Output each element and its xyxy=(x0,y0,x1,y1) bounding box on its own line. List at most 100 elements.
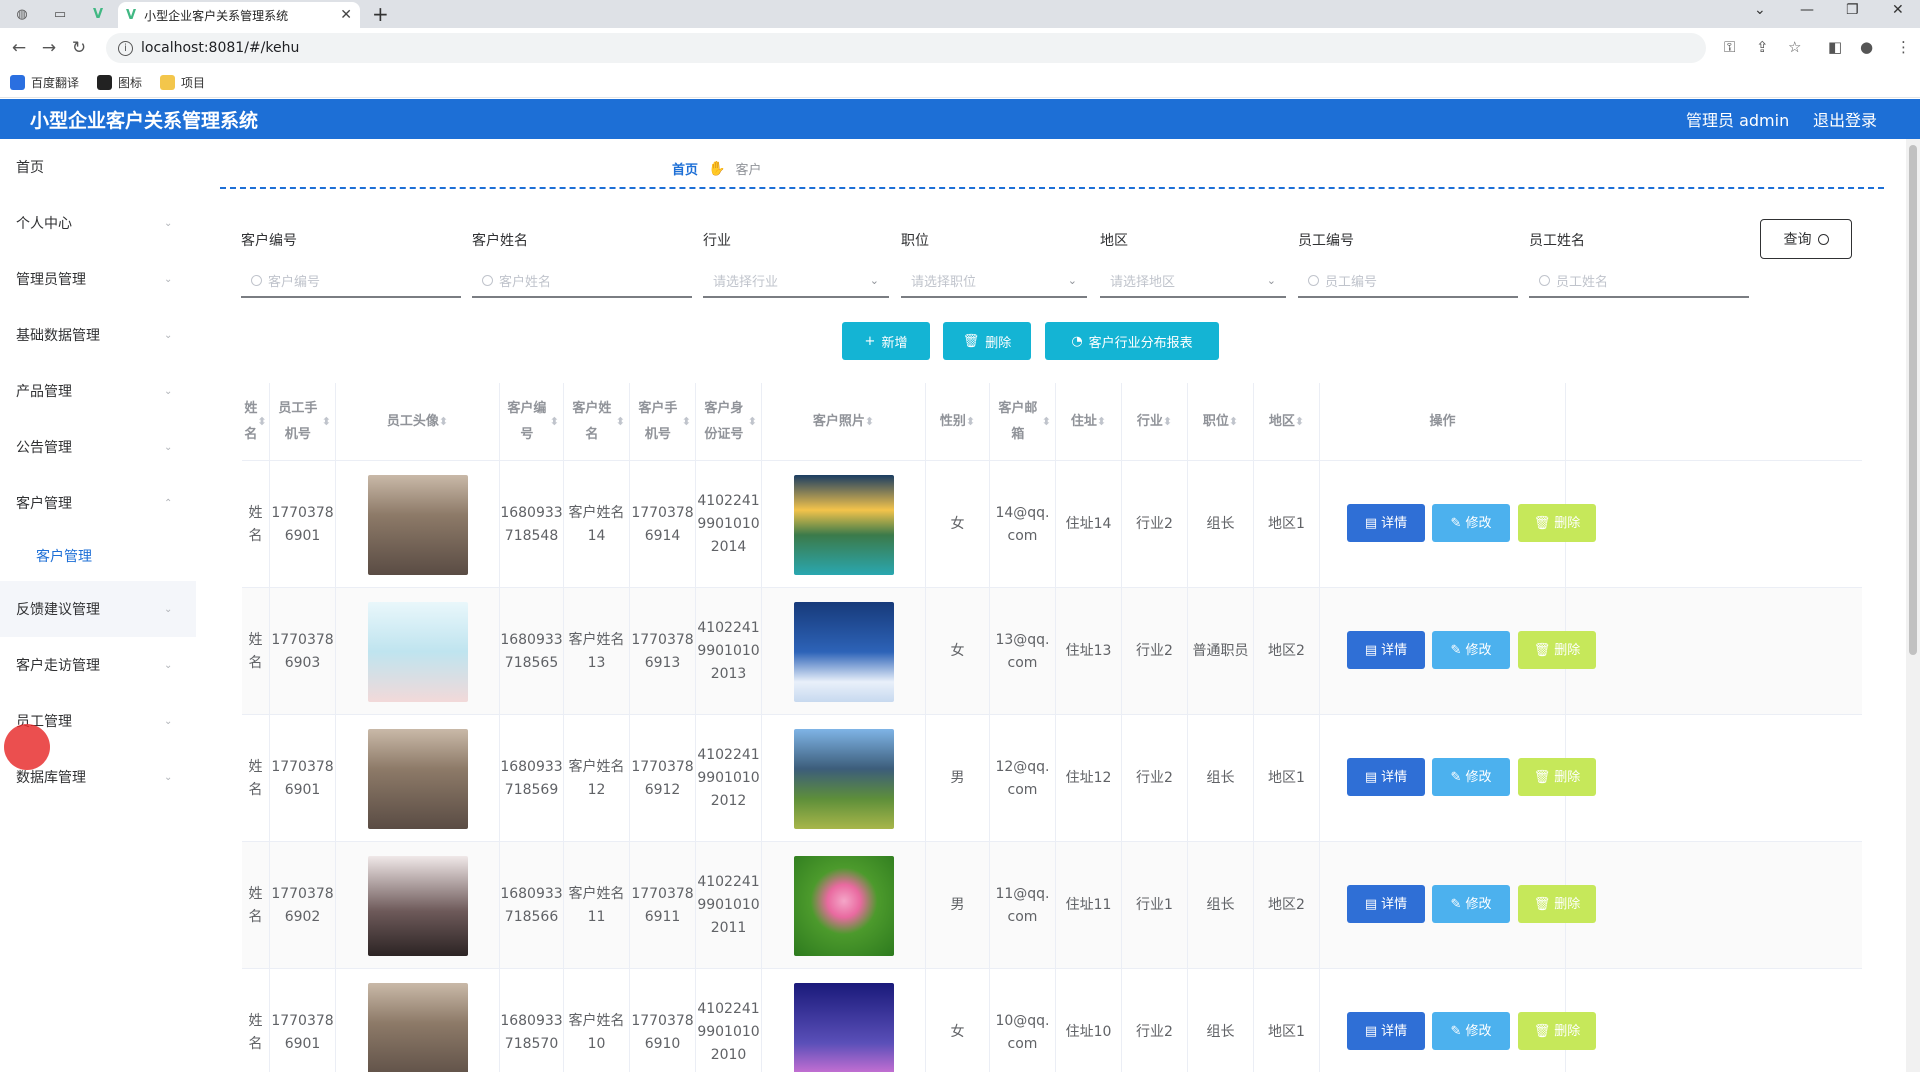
sort-icon[interactable]: ⬍ xyxy=(748,409,757,435)
chevron-down-icon[interactable]: ⌄ xyxy=(1754,2,1766,18)
sidepanel-icon[interactable]: ◧ xyxy=(1828,38,1842,56)
delete-button[interactable]: 🗑 删除 xyxy=(1518,758,1596,796)
forward-icon[interactable]: → xyxy=(34,38,64,58)
industry-select[interactable]: 请选择行业 ⌄ xyxy=(703,264,889,298)
sort-icon[interactable]: ⬍ xyxy=(966,409,975,435)
batch-delete-button[interactable]: 🗑 删除 xyxy=(943,322,1031,360)
detail-button[interactable]: ▤ 详情 xyxy=(1347,504,1425,542)
star-icon[interactable]: ☆ xyxy=(1788,38,1801,56)
share-icon[interactable]: ⇪ xyxy=(1756,38,1769,56)
sort-icon[interactable]: ⬍ xyxy=(682,409,691,435)
blank-tab-icon[interactable]: ▭ xyxy=(46,4,74,24)
page-scrollbar[interactable] xyxy=(1906,139,1920,1072)
column-header[interactable]: 行业 ⬍ xyxy=(1122,383,1188,461)
sidebar-item-profile[interactable]: 个人中心 ⌄ xyxy=(0,195,196,251)
sort-icon[interactable]: ⬍ xyxy=(1295,409,1304,435)
logout-link[interactable]: 退出登录 xyxy=(1813,107,1877,131)
detail-button[interactable]: ▤ 详情 xyxy=(1347,1012,1425,1050)
column-header[interactable]: 员工头像 ⬍ xyxy=(336,383,500,461)
position-select[interactable]: 请选择职位 ⌄ xyxy=(901,264,1087,298)
sort-icon[interactable]: ⬍ xyxy=(1042,409,1051,435)
sidebar-item-admin[interactable]: 管理员管理 ⌄ xyxy=(0,251,196,307)
column-header[interactable]: 性别 ⬍ xyxy=(926,383,990,461)
bookmark-project[interactable]: 项目 xyxy=(160,74,205,91)
bookmark-icons[interactable]: 图标 xyxy=(97,74,142,91)
edit-button[interactable]: ✎ 修改 xyxy=(1432,504,1510,542)
sidebar-item-basedata[interactable]: 基础数据管理 ⌄ xyxy=(0,307,196,363)
edit-button[interactable]: ✎ 修改 xyxy=(1432,1012,1510,1050)
minimize-icon[interactable]: — xyxy=(1800,2,1814,18)
back-icon[interactable]: ← xyxy=(4,38,34,58)
operations-cell: ▤ 详情 ✎ 修改 🗑 删除 xyxy=(1320,969,1596,1072)
column-header[interactable]: 客户姓名 ⬍ xyxy=(564,383,630,461)
sidebar-item-product[interactable]: 产品管理 ⌄ xyxy=(0,363,196,419)
sidebar-item-feedback[interactable]: 反馈建议管理 ⌄ xyxy=(0,581,196,637)
column-header[interactable]: 客户照片 ⬍ xyxy=(762,383,926,461)
sort-icon[interactable]: ⬍ xyxy=(616,409,625,435)
detail-button[interactable]: ▤ 详情 xyxy=(1347,758,1425,796)
close-icon[interactable]: ✕ xyxy=(340,7,352,23)
vue-tab-icon[interactable]: V xyxy=(84,4,112,24)
delete-button[interactable]: 🗑 删除 xyxy=(1518,1012,1596,1050)
column-header[interactable]: 姓名 ⬍ xyxy=(242,383,270,461)
column-header[interactable]: 客户编号 ⬍ xyxy=(500,383,564,461)
column-header[interactable]: 住址 ⬍ xyxy=(1056,383,1122,461)
sidebar-item-customer[interactable]: 客户管理 ⌃ xyxy=(0,475,196,531)
globe-icon[interactable]: ◍ xyxy=(8,4,36,24)
region-select[interactable]: 请选择地区 ⌄ xyxy=(1100,264,1286,298)
sidebar-item-home[interactable]: 首页 xyxy=(0,139,196,195)
detail-button[interactable]: ▤ 详情 xyxy=(1347,885,1425,923)
sidebar-item-notice[interactable]: 公告管理 ⌄ xyxy=(0,419,196,475)
column-header[interactable]: 客户身份证号 ⬍ xyxy=(696,383,762,461)
info-icon[interactable]: i xyxy=(118,40,133,56)
column-header[interactable]: 地区 ⬍ xyxy=(1254,383,1320,461)
restore-icon[interactable]: ❐ xyxy=(1846,2,1859,18)
edit-button[interactable]: ✎ 修改 xyxy=(1432,631,1510,669)
sort-icon[interactable]: ⬍ xyxy=(865,409,874,435)
column-header[interactable]: 员工手机号 ⬍ xyxy=(270,383,336,461)
sort-icon[interactable]: ⬍ xyxy=(439,409,448,435)
table-cell: 女 xyxy=(926,969,990,1072)
profile-icon[interactable]: ● xyxy=(1860,38,1873,56)
customer-no-input[interactable]: 客户编号 xyxy=(241,264,461,298)
sidebar-item-visit[interactable]: 客户走访管理 ⌄ xyxy=(0,637,196,693)
new-tab-icon[interactable]: + xyxy=(372,2,389,26)
query-button[interactable]: 查询 xyxy=(1760,219,1852,259)
sort-icon[interactable]: ⬍ xyxy=(1229,409,1238,435)
customer-name-input[interactable]: 客户姓名 xyxy=(472,264,692,298)
column-header-label: 姓名 xyxy=(244,401,258,442)
delete-button[interactable]: 🗑 删除 xyxy=(1518,631,1596,669)
sort-icon[interactable]: ⬍ xyxy=(550,409,559,435)
delete-button[interactable]: 🗑 删除 xyxy=(1518,885,1596,923)
kebab-menu-icon[interactable]: ⋮ xyxy=(1896,38,1911,56)
add-button[interactable]: + 新增 xyxy=(842,322,930,360)
industry-report-button[interactable]: ◔ 客户行业分布报表 xyxy=(1045,322,1219,360)
sidebar-subitem-customer-manage[interactable]: 客户管理 xyxy=(0,531,196,581)
operations-cell: ▤ 详情 ✎ 修改 🗑 删除 xyxy=(1320,588,1596,715)
delete-button[interactable]: 🗑 删除 xyxy=(1518,504,1596,542)
sort-icon[interactable]: ⬍ xyxy=(322,409,331,435)
scrollbar-thumb[interactable] xyxy=(1909,145,1917,655)
column-header[interactable]: 客户邮箱 ⬍ xyxy=(990,383,1056,461)
sort-icon[interactable]: ⬍ xyxy=(1163,409,1172,435)
filter-label-customer-no: 客户编号 xyxy=(241,233,297,249)
edit-button[interactable]: ✎ 修改 xyxy=(1432,885,1510,923)
chevron-down-icon: ⌄ xyxy=(1266,273,1276,287)
employee-name-input[interactable]: 员工姓名 xyxy=(1529,264,1749,298)
reload-icon[interactable]: ↻ xyxy=(64,38,94,58)
employee-no-input[interactable]: 员工编号 xyxy=(1298,264,1518,298)
key-icon[interactable]: ⚿ xyxy=(1724,38,1735,56)
breadcrumb-home[interactable]: 首页 xyxy=(672,159,698,178)
sort-icon[interactable]: ⬍ xyxy=(257,409,266,435)
bookmark-translate[interactable]: 百度翻译 xyxy=(10,74,79,91)
table-cell: 住址11 xyxy=(1056,842,1122,969)
edit-button[interactable]: ✎ 修改 xyxy=(1432,758,1510,796)
column-header[interactable]: 客户手机号 ⬍ xyxy=(630,383,696,461)
column-header[interactable]: 职位 ⬍ xyxy=(1188,383,1254,461)
browser-tab-active[interactable]: V 小型企业客户关系管理系统 ✕ xyxy=(118,2,360,28)
url-field[interactable]: i localhost:8081/#/kehu xyxy=(106,33,1706,63)
window-close-icon[interactable]: ✕ xyxy=(1892,2,1904,18)
sort-icon[interactable]: ⬍ xyxy=(1097,409,1106,435)
detail-button[interactable]: ▤ 详情 xyxy=(1347,631,1425,669)
table-cell: 地区1 xyxy=(1254,715,1320,842)
